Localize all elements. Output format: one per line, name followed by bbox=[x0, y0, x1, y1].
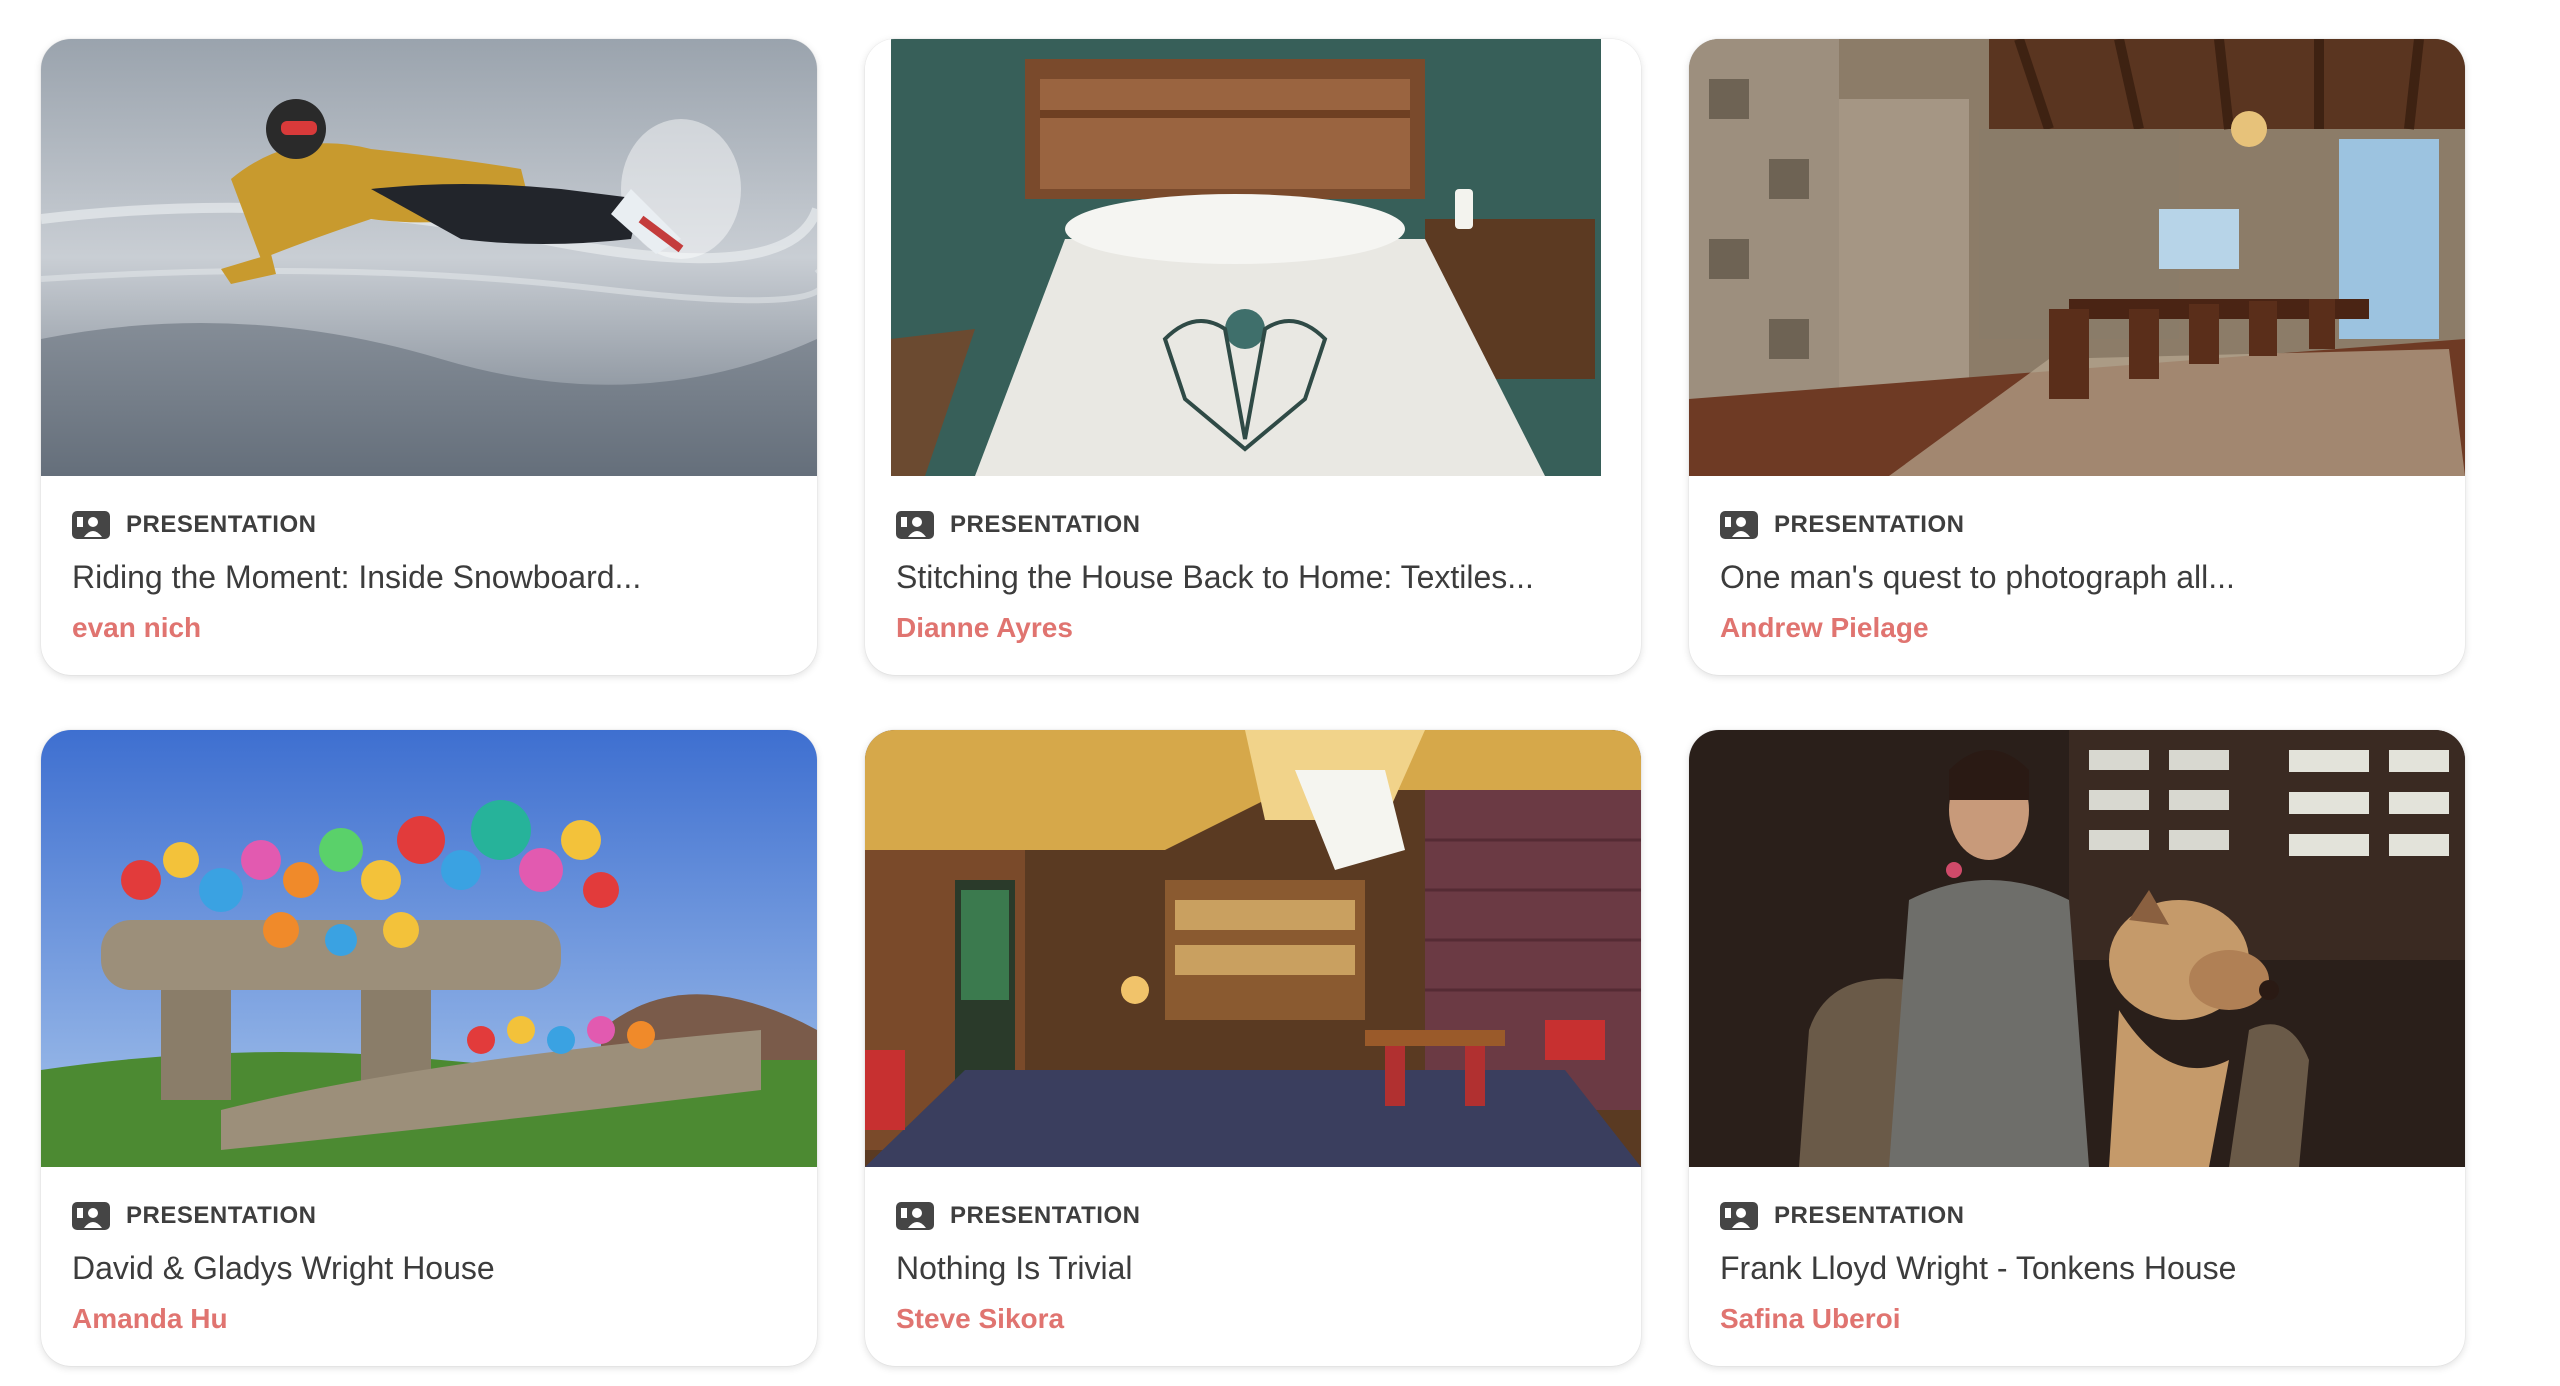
presentation-title[interactable]: Nothing Is Trivial bbox=[896, 1248, 1610, 1288]
author-link[interactable]: Safina Uberoi bbox=[1720, 1302, 2434, 1336]
textile-block-interior-photo[interactable] bbox=[1689, 39, 2465, 476]
author-link[interactable]: evan nich bbox=[72, 611, 786, 645]
content-type-label: PRESENTATION bbox=[1774, 511, 1965, 538]
presentation-icon bbox=[896, 1202, 934, 1230]
presentation-card[interactable]: PRESENTATION David & Gladys Wright House… bbox=[41, 730, 817, 1366]
presentation-title[interactable]: Frank Lloyd Wright - Tonkens House bbox=[1720, 1248, 2434, 1288]
presentation-title[interactable]: Stitching the House Back to Home: Textil… bbox=[896, 557, 1610, 597]
presentation-card[interactable]: PRESENTATION One man's quest to photogra… bbox=[1689, 39, 2465, 675]
author-link[interactable]: Amanda Hu bbox=[72, 1302, 786, 1336]
content-type-label: PRESENTATION bbox=[950, 511, 1141, 538]
wood-brick-interior-photo[interactable] bbox=[865, 730, 1641, 1167]
presentation-icon bbox=[72, 511, 110, 539]
content-type-label: PRESENTATION bbox=[126, 1202, 317, 1229]
presentation-title[interactable]: David & Gladys Wright House bbox=[72, 1248, 786, 1288]
presentation-grid: PRESENTATION Riding the Moment: Inside S… bbox=[41, 39, 2465, 1366]
presentation-title[interactable]: Riding the Moment: Inside Snowboard... bbox=[72, 557, 786, 597]
presentation-title[interactable]: One man's quest to photograph all... bbox=[1720, 557, 2434, 597]
embroidered-bed-photo[interactable] bbox=[865, 39, 1641, 476]
author-link[interactable]: Dianne Ayres bbox=[896, 611, 1610, 645]
presentation-icon bbox=[896, 511, 934, 539]
presentation-card[interactable]: PRESENTATION Frank Lloyd Wright - Tonken… bbox=[1689, 730, 2465, 1366]
presentation-card[interactable]: PRESENTATION Nothing Is Trivial Steve Si… bbox=[865, 730, 1641, 1366]
presentation-card[interactable]: PRESENTATION Stitching the House Back to… bbox=[865, 39, 1641, 675]
content-type-label: PRESENTATION bbox=[126, 511, 317, 538]
presentation-icon bbox=[1720, 1202, 1758, 1230]
balloon-house-photo[interactable] bbox=[41, 730, 817, 1167]
presentation-icon bbox=[1720, 511, 1758, 539]
author-link[interactable]: Andrew Pielage bbox=[1720, 611, 2434, 645]
snowboarder-on-ice-photo[interactable] bbox=[41, 39, 817, 476]
woman-with-dog-photo[interactable] bbox=[1689, 730, 2465, 1167]
presentation-icon bbox=[72, 1202, 110, 1230]
content-type-label: PRESENTATION bbox=[1774, 1202, 1965, 1229]
content-type-label: PRESENTATION bbox=[950, 1202, 1141, 1229]
author-link[interactable]: Steve Sikora bbox=[896, 1302, 1610, 1336]
presentation-card[interactable]: PRESENTATION Riding the Moment: Inside S… bbox=[41, 39, 817, 675]
